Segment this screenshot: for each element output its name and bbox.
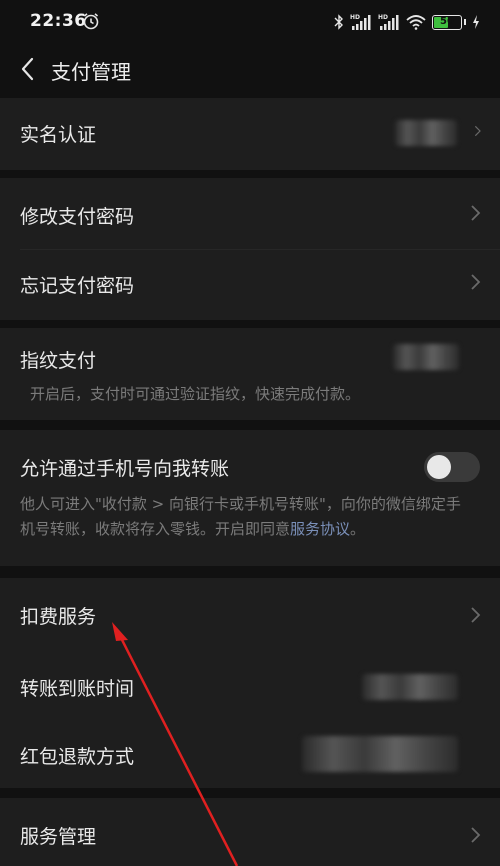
svg-text:HD: HD [378,14,388,21]
blurred-value [362,674,458,700]
group-password: 修改支付密码 忘记支付密码 [0,178,500,320]
group-service-manage: 服务管理 [0,798,500,866]
row-label: 实名认证 [20,124,97,146]
row-label: 红包退款方式 [20,746,135,768]
blurred-value [395,120,457,146]
chevron-right-icon [471,607,481,623]
page-title: 支付管理 [51,60,131,84]
title-bar: 支付管理 [0,44,500,94]
row-label: 扣费服务 [20,606,97,628]
row-deduction[interactable]: 扣费服务 [0,578,500,650]
row-description: 他人可进入"收付款 > 向银行卡或手机号转账"，向你的微信绑定手机号转账，收款将… [20,492,470,542]
blurred-value [393,344,459,370]
group-realname: 实名认证 [0,98,500,170]
group-phone-transfer: 允许通过手机号向我转账 他人可进入"收付款 > 向银行卡或手机号转账"，向你的微… [0,430,500,566]
description-text: 他人可进入"收付款 > 向银行卡或手机号转账"，向你的微信绑定手机号转账，收款将… [20,495,461,538]
wifi-icon [406,15,426,30]
alarm-icon [83,13,99,30]
back-chevron-icon [21,57,34,81]
hd-signal-icon: HD [378,14,399,30]
status-bar: 22:36 HD HD 50 [0,0,500,44]
row-realname[interactable]: 实名认证 [0,98,500,170]
row-label: 服务管理 [20,826,97,848]
row-phone-transfer: 允许通过手机号向我转账 他人可进入"收付款 > 向银行卡或手机号转账"，向你的微… [0,430,500,566]
chevron-right-icon [471,205,481,221]
charging-icon [473,15,479,29]
bluetooth-icon [334,14,343,30]
toggle-knob [427,455,451,479]
row-change-password[interactable]: 修改支付密码 [0,178,500,249]
chevron-right-icon [471,827,481,843]
phone-transfer-toggle[interactable] [424,452,480,482]
row-label: 转账到账时间 [20,678,135,700]
chevron-right-icon [471,274,481,290]
row-fingerprint[interactable]: 指纹支付 开启后，支付时可通过验证指纹，快速完成付款。 [0,328,500,420]
battery-icon: 50 [432,14,462,30]
row-arrival-time[interactable]: 转账到账时间 [0,650,500,720]
description-end: 。 [350,520,366,538]
back-button[interactable] [12,52,42,86]
status-icons: HD HD 50 [334,12,480,32]
svg-text:HD: HD [350,14,360,21]
hd-signal-icon: HD [350,14,371,30]
row-description: 开启后，支付时可通过验证指纹，快速完成付款。 [30,385,361,403]
row-refund[interactable]: 红包退款方式 [0,720,500,788]
row-label: 指纹支付 [20,350,97,372]
blurred-value [302,736,458,772]
service-agreement-link[interactable]: 服务协议 [290,520,350,538]
row-label: 修改支付密码 [20,206,135,228]
row-label: 忘记支付密码 [20,275,135,297]
row-service-manage[interactable]: 服务管理 [0,798,500,866]
row-forgot-password[interactable]: 忘记支付密码 [0,249,500,320]
group-fingerprint: 指纹支付 开启后，支付时可通过验证指纹，快速完成付款。 [0,328,500,420]
chevron-right-icon [474,125,481,137]
battery-level: 50 [440,15,454,27]
battery-tip [464,19,466,25]
row-label: 允许通过手机号向我转账 [20,458,230,480]
status-time: 22:36 [30,11,87,31]
group-services: 扣费服务 转账到账时间 红包退款方式 [0,578,500,788]
